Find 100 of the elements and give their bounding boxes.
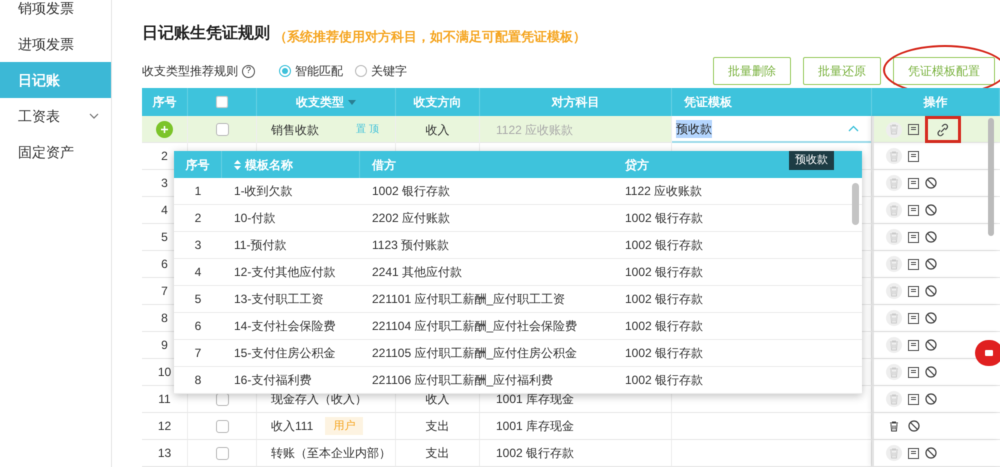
ban-icon[interactable] xyxy=(925,339,937,351)
template-select[interactable]: 预收款 xyxy=(672,116,871,143)
ban-icon[interactable] xyxy=(925,204,937,216)
row-checkbox[interactable] xyxy=(216,123,228,136)
edit-square-icon[interactable] xyxy=(908,150,919,162)
ban-icon[interactable] xyxy=(925,393,937,405)
option-text: 2202 应付账款 xyxy=(372,210,450,227)
sidebar-item[interactable]: 固定资产 xyxy=(0,134,111,170)
row-number: 9 xyxy=(161,337,168,354)
scrollbar-thumb[interactable] xyxy=(852,183,859,225)
column-header: 借方 xyxy=(372,156,396,174)
sidebar-item[interactable]: 进项发票 xyxy=(0,26,111,62)
edit-square-icon[interactable] xyxy=(908,124,919,135)
column-header: 操作 xyxy=(924,94,948,111)
ban-icon[interactable] xyxy=(925,285,937,297)
ban-icon[interactable] xyxy=(925,366,937,378)
dropdown-option[interactable]: 4 12-支付其他应付款 2241 其他应付款 1002 银行存款 xyxy=(174,259,862,286)
ban-icon[interactable] xyxy=(925,231,937,243)
row-checkbox[interactable] xyxy=(216,420,228,432)
row-number: 8 xyxy=(161,310,168,327)
option-text: 221106 应付职工薪酬_应付福利费 xyxy=(372,372,554,389)
table-row[interactable]: 销售收款 置 顶 收入 1122 应收账款 预收款 xyxy=(142,116,1000,143)
table-row[interactable]: 13 转账（至本企业内部） 支出 1002 银行存款 xyxy=(142,440,1000,467)
row-number: 2 xyxy=(161,148,168,165)
row-number: 7 xyxy=(161,283,168,300)
dropdown-option[interactable]: 8 16-支付福利费 221106 应付职工薪酬_应付福利费 1002 银行存款 xyxy=(174,367,862,394)
column-header: 序号 xyxy=(186,156,210,174)
option-text: 16-支付福利费 xyxy=(234,372,312,389)
option-text: 2 xyxy=(194,210,202,227)
option-text: 1002 银行存款 xyxy=(625,318,704,335)
tooltip: 预收款 xyxy=(789,151,834,170)
edit-square-icon[interactable] xyxy=(908,312,919,324)
option-text: 10-付款 xyxy=(234,210,276,227)
dropdown-option[interactable]: 3 11-预付款 1123 预付账款 1002 银行存款 xyxy=(174,232,862,259)
account-text: 1122 应收账款 xyxy=(496,122,574,138)
direction-text: 收入 xyxy=(426,122,450,138)
table-row[interactable]: 12 收入111 用户 支出 1001 库存现金 xyxy=(142,413,1000,440)
option-text: 11-预付款 xyxy=(234,237,286,254)
option-text: 1002 银行存款 xyxy=(625,372,704,389)
rule-label: 收支类型推荐规则 xyxy=(142,63,238,80)
account-text: 1002 银行存款 xyxy=(496,445,574,462)
edit-square-icon[interactable] xyxy=(908,232,919,242)
edit-square-icon[interactable] xyxy=(908,340,919,350)
link-icon[interactable] xyxy=(925,116,961,143)
option-text: 3 xyxy=(194,237,202,254)
title-note: （系统推荐使用对方科目，如不满足可配置凭证模板） xyxy=(274,28,586,46)
row-checkbox[interactable] xyxy=(216,446,228,460)
user-tag: 用户 xyxy=(325,416,364,436)
column-header: 贷方 xyxy=(625,156,649,174)
column-header: 序号 xyxy=(152,94,176,111)
edit-square-icon[interactable] xyxy=(908,448,919,458)
option-text: 15-支付住房公积金 xyxy=(234,345,336,362)
option-text: 13-支付职工工资 xyxy=(234,291,324,308)
dropdown-option[interactable]: 5 13-支付职工工资 221101 应付职工薪酬_应付职工工资 1002 银行存款 xyxy=(174,286,862,313)
option-text: 7 xyxy=(194,345,202,362)
dropdown-option[interactable]: 7 15-支付住房公积金 221105 应付职工薪酬_应付住房公积金 1002 银行存款 xyxy=(174,340,862,367)
option-text: 5 xyxy=(194,291,202,308)
row-number: 6 xyxy=(161,256,168,273)
edit-square-icon[interactable] xyxy=(908,286,919,296)
ban-icon[interactable] xyxy=(925,312,937,324)
edit-square-icon[interactable] xyxy=(908,258,919,270)
select-all-checkbox[interactable] xyxy=(216,96,228,108)
direction-text: 支出 xyxy=(426,418,450,435)
column-header: 收支类型 xyxy=(296,94,344,111)
column-header: 对方科目 xyxy=(552,94,600,111)
row-number: 4 xyxy=(161,202,168,219)
dropdown-option[interactable]: 6 14-支付社会保险费 221104 应付职工薪酬_应付社会保险费 1002 银行存款 xyxy=(174,313,862,340)
option-text: 1 xyxy=(194,183,202,200)
option-text: 1002 银行存款 xyxy=(625,345,704,362)
radio-option[interactable]: 关键字 xyxy=(355,62,407,80)
edit-square-icon[interactable] xyxy=(908,366,919,378)
option-text: 2241 其他应付款 xyxy=(372,264,462,281)
edit-square-icon[interactable] xyxy=(908,204,919,216)
direction-text: 收入 xyxy=(426,391,450,408)
account-text: 1001 库存现金 xyxy=(496,418,574,435)
scrollbar-thumb[interactable] xyxy=(988,118,994,236)
edit-square-icon[interactable] xyxy=(908,178,919,188)
radio-option[interactable]: 智能匹配 xyxy=(279,62,343,80)
sidebar-item[interactable]: 工资表 xyxy=(0,98,111,134)
option-text: 6 xyxy=(194,318,202,335)
page-title: 日记账生凭证规则 xyxy=(142,24,270,44)
column-header: 模板名称 xyxy=(245,156,293,174)
option-text: 1002 银行存款 xyxy=(625,210,704,227)
type-text: 转账（至本企业内部） xyxy=(271,445,391,462)
option-text: 1002 银行存款 xyxy=(372,183,450,200)
type-text: 收入111 xyxy=(271,418,314,435)
option-text: 221104 应付职工薪酬_应付社会保险费 xyxy=(372,318,578,335)
option-text: 14-支付社会保险费 xyxy=(234,318,336,335)
column-header: 凭证模板 xyxy=(684,94,732,111)
row-number: 12 xyxy=(158,418,172,435)
ban-icon[interactable] xyxy=(925,447,937,459)
edit-square-icon[interactable] xyxy=(908,394,919,404)
ban-icon[interactable] xyxy=(908,420,920,432)
ban-icon[interactable] xyxy=(925,177,937,189)
ban-icon[interactable] xyxy=(925,258,937,270)
direction-text: 支出 xyxy=(426,445,450,462)
sidebar-item[interactable]: 销项发票 xyxy=(0,0,111,26)
option-text: 221105 应付职工薪酬_应付住房公积金 xyxy=(372,345,578,362)
help-icon[interactable]: ? xyxy=(242,64,255,78)
row-number: 10 xyxy=(158,364,172,381)
